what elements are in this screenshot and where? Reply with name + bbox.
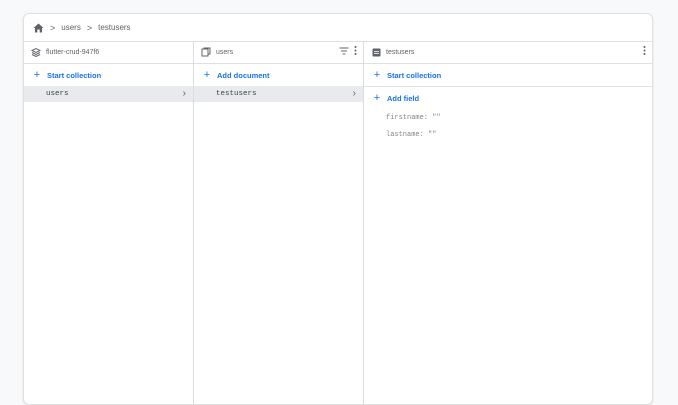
add-field-button[interactable]: + Add field [364,87,652,109]
start-collection-label: Start collection [47,70,102,80]
collection-item-users[interactable]: users › [24,86,193,102]
data-panels: flutter-crud-947f6 + Start collection us… [24,41,652,404]
document-icon [371,47,381,57]
document-item-label: testusers [216,90,257,98]
chevron-right-icon: › [352,88,356,99]
database-stack-icon [31,47,41,57]
field-lastname[interactable]: lastname: "" [364,126,652,143]
breadcrumb-separator: > [50,22,56,33]
collection-panel: users + Add document testusers › [194,41,364,404]
collection-header-actions [339,41,357,63]
collection-title: users [216,48,234,56]
field-firstname[interactable]: firstname: "" [364,109,652,126]
filter-icon[interactable] [339,47,349,58]
document-title: testusers [386,48,415,56]
document-panel-header: testusers [364,41,652,64]
document-item-testusers[interactable]: testusers › [194,86,363,102]
breadcrumb: > users > testusers [24,14,652,42]
project-title: flutter-crud-947f6 [46,48,100,56]
project-panel-header: flutter-crud-947f6 [24,41,193,64]
breadcrumb-item-testusers[interactable]: testusers [98,23,130,32]
breadcrumb-separator: > [86,22,93,33]
collection-item-label: users [46,90,69,98]
more-vert-icon[interactable] [643,46,646,58]
breadcrumb-item-users[interactable]: users [61,23,81,32]
firestore-data-card: > users > testusers flutter-crud-947f6 +… [23,13,653,405]
start-collection-label: Start collection [387,70,442,80]
plus-icon: + [373,92,381,104]
add-document-button[interactable]: + Add document [194,64,363,86]
add-document-label: Add document [217,70,270,80]
collection-docs-icon [201,47,211,57]
project-panel: flutter-crud-947f6 + Start collection us… [24,41,194,404]
document-panel: testusers + Start collection + Add field… [364,41,652,404]
collection-panel-header: users [194,41,363,64]
start-collection-button[interactable]: + Start collection [24,64,193,86]
chevron-right-icon: › [182,88,186,99]
start-collection-button[interactable]: + Start collection [364,64,652,86]
plus-icon: + [33,69,41,81]
add-field-label: Add field [387,93,420,103]
document-header-actions [643,41,646,63]
more-vert-icon[interactable] [354,46,357,58]
plus-icon: + [203,69,211,81]
plus-icon: + [373,69,381,81]
home-icon[interactable] [32,22,44,34]
